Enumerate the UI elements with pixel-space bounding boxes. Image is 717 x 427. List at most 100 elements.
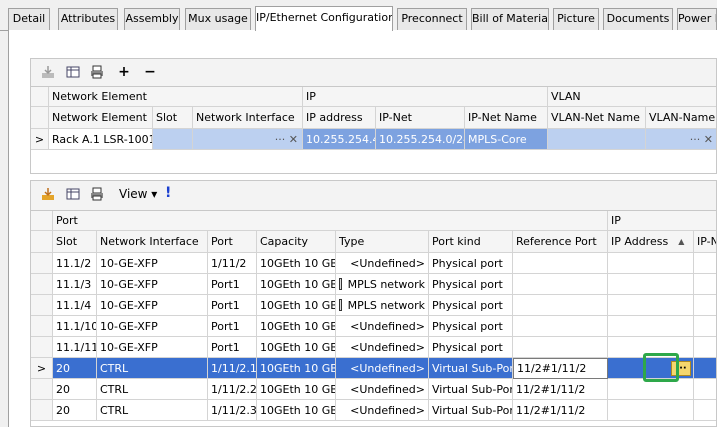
col-port[interactable]: Port <box>208 231 257 253</box>
remove-icon[interactable]: − <box>141 63 159 81</box>
row-indicator[interactable] <box>31 274 53 295</box>
cell-network-interface[interactable]: 10-GE-XFP <box>97 337 208 358</box>
cell-reference-port[interactable] <box>513 295 608 316</box>
row-indicator[interactable] <box>31 379 53 400</box>
tab-assembly[interactable]: Assembly <box>124 8 180 30</box>
cell-slot[interactable]: 20 <box>53 358 97 379</box>
cell-type[interactable]: <Undefined> <box>336 316 429 337</box>
cell-ip-n[interactable] <box>694 337 716 358</box>
cell-capacity[interactable]: 10GEth 10 GBit <box>257 274 336 295</box>
cell-ip-address[interactable]: 10.255.254.4 <box>303 129 376 150</box>
tab-power[interactable]: Power I <box>677 8 717 30</box>
cell-reference-port[interactable]: 11/2#1/11/2 <box>513 358 608 379</box>
cell-port-kind[interactable]: Virtual Sub-Port <box>429 358 513 379</box>
cell-port-kind[interactable]: Physical port <box>429 337 513 358</box>
cell-network-interface[interactable]: 10-GE-XFP <box>97 295 208 316</box>
tab-preconnect[interactable]: Preconnect <box>397 8 467 30</box>
tab-documents[interactable]: Documents <box>603 8 673 30</box>
cell-network-interface[interactable]: 10-GE-XFP <box>97 316 208 337</box>
cell-ip-address[interactable] <box>608 274 694 295</box>
cell-reference-port[interactable] <box>513 316 608 337</box>
col-vlan-name[interactable]: VLAN-Name <box>646 107 716 129</box>
add-icon[interactable]: + <box>115 63 133 81</box>
cell-slot[interactable] <box>153 129 193 150</box>
export-icon[interactable] <box>39 63 57 81</box>
cell-reference-port[interactable] <box>513 337 608 358</box>
cell-port[interactable]: 1/11/2 <box>208 253 257 274</box>
table-export-icon[interactable] <box>64 185 82 203</box>
cell-ip-address[interactable] <box>608 379 694 400</box>
cell-network-interface[interactable]: CTRL <box>97 400 208 421</box>
col-type[interactable]: Type <box>336 231 429 253</box>
cell-network-element[interactable]: Rack A.1 LSR-1001 <box>49 129 153 150</box>
cell-reference-port[interactable] <box>513 253 608 274</box>
row-indicator[interactable] <box>31 337 53 358</box>
cell-type[interactable]: MPLS network <box>336 295 429 316</box>
row-indicator[interactable] <box>31 253 53 274</box>
row-indicator[interactable] <box>31 295 53 316</box>
cell-port[interactable]: 1/11/2.1 <box>208 358 257 379</box>
col-network-interface[interactable]: Network Interface <box>193 107 303 129</box>
print-icon[interactable] <box>88 185 106 203</box>
tab-ip-ethernet-configuration[interactable]: IP/Ethernet Configuration <box>255 6 393 31</box>
cell-ip-n[interactable] <box>694 358 716 379</box>
col-ip-address[interactable]: IP Address ▲ <box>608 231 694 253</box>
row-indicator[interactable]: > <box>31 358 53 379</box>
cell-network-interface[interactable]: CTRL <box>97 379 208 400</box>
col-network-element[interactable]: Network Element <box>49 107 153 129</box>
cell-network-interface[interactable]: CTRL <box>97 358 208 379</box>
row-indicator[interactable] <box>31 316 53 337</box>
col-ip-net[interactable]: IP-Net <box>376 107 465 129</box>
col-port-kind[interactable]: Port kind <box>429 231 513 253</box>
cell-port[interactable]: Port1 <box>208 337 257 358</box>
cell-slot[interactable]: 11.1/2 <box>53 253 97 274</box>
cell-type[interactable]: MPLS network <box>336 274 429 295</box>
cell-port-kind[interactable]: Virtual Sub-Port <box>429 379 513 400</box>
cell-network-interface[interactable]: 10-GE-XFP <box>97 253 208 274</box>
cell-port[interactable]: Port1 <box>208 316 257 337</box>
cell-ip-address[interactable] <box>608 316 694 337</box>
print-icon[interactable] <box>88 63 106 81</box>
export-icon[interactable] <box>39 185 57 203</box>
cell-slot[interactable]: 20 <box>53 379 97 400</box>
cell-port-kind[interactable]: Physical port <box>429 295 513 316</box>
cell-network-interface[interactable]: ··· ✕ <box>193 129 303 150</box>
tab-bill-of-material[interactable]: Bill of Material <box>471 8 549 30</box>
cell-ip-n[interactable] <box>694 274 716 295</box>
table-export-icon[interactable] <box>64 63 82 81</box>
col-vlan-net-name[interactable]: VLAN-Net Name <box>548 107 646 129</box>
col-slot[interactable]: Slot <box>53 231 97 253</box>
cell-capacity[interactable]: 10GEth 10 GBit <box>257 316 336 337</box>
cell-capacity[interactable]: 10GEth 10 GBit <box>257 253 336 274</box>
cell-slot[interactable]: 11.1/4 <box>53 295 97 316</box>
cell-ip-address[interactable] <box>608 400 694 421</box>
cell-type[interactable]: <Undefined> <box>336 400 429 421</box>
cell-reference-port[interactable] <box>513 274 608 295</box>
cell-slot[interactable]: 11.1/10 <box>53 316 97 337</box>
cell-capacity[interactable]: 10GEth 10 GBit <box>257 295 336 316</box>
cell-capacity[interactable]: 10GEth 10 GBit <box>257 400 336 421</box>
cell-capacity[interactable]: 10GEth 10 GBit <box>257 358 336 379</box>
row-indicator[interactable]: > <box>31 129 49 150</box>
cell-port[interactable]: 1/11/2.2 <box>208 379 257 400</box>
cell-ip-net-name[interactable]: MPLS-Core <box>465 129 548 150</box>
cell-ip-address[interactable] <box>608 295 694 316</box>
col-ip-n[interactable]: IP-N <box>694 231 716 253</box>
cell-ip-net[interactable]: 10.255.254.0/24 <box>376 129 465 150</box>
col-reference-port[interactable]: Reference Port <box>513 231 608 253</box>
cell-port[interactable]: Port1 <box>208 295 257 316</box>
cell-port-kind[interactable]: Physical port <box>429 274 513 295</box>
cell-port[interactable]: 1/11/2.3 <box>208 400 257 421</box>
cell-port-kind[interactable]: Virtual Sub-Port <box>429 400 513 421</box>
cell-reference-port[interactable]: 11/2#1/11/2 <box>513 400 608 421</box>
cell-ip-n[interactable] <box>694 253 716 274</box>
cell-port-kind[interactable]: Physical port <box>429 253 513 274</box>
cell-capacity[interactable]: 10GEth 10 GBit <box>257 337 336 358</box>
cell-vlan-net-name[interactable] <box>548 129 646 150</box>
cell-slot[interactable]: 11.1/3 <box>53 274 97 295</box>
tab-attributes[interactable]: Attributes <box>58 8 118 30</box>
view-menu[interactable]: View ▾ <box>119 187 157 201</box>
cell-ip-n[interactable] <box>694 316 716 337</box>
cell-vlan-name[interactable]: ··· ✕ <box>646 129 716 150</box>
cell-slot[interactable]: 20 <box>53 400 97 421</box>
